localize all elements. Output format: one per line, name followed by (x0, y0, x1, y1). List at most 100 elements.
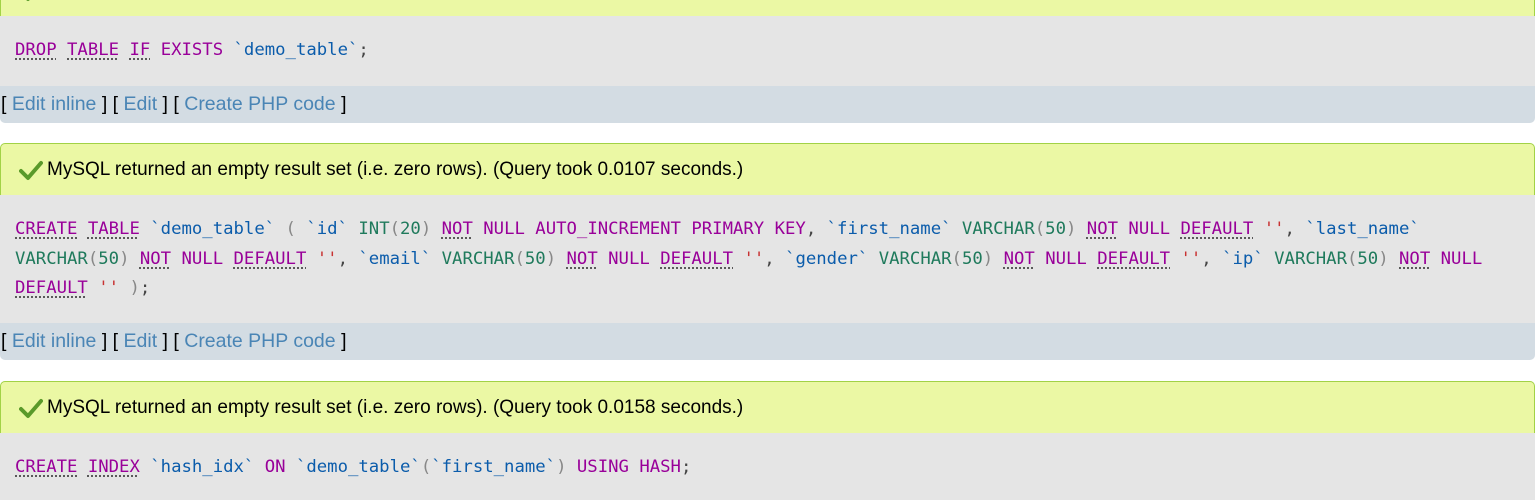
sql-token: ) (1378, 248, 1389, 269)
sql-token: TABLE (67, 40, 120, 60)
sql-token: USING (576, 457, 629, 477)
edit-link[interactable]: Edit (124, 330, 158, 352)
sql-token: ; (139, 278, 151, 298)
check-icon (26, 0, 30, 1)
check-icon (19, 399, 43, 418)
sql-token: ) (119, 248, 130, 269)
sql-token: ( (285, 219, 296, 239)
result-block-create-table: MySQL returned an empty result set (i.e.… (0, 143, 1535, 360)
sql-token: , (1284, 219, 1295, 239)
sql-token: 50 (1045, 219, 1066, 239)
query-results-panel: DROP TABLE IF EXISTS `demo_table`; [ Edi… (0, 0, 1536, 500)
create-php-code-link[interactable]: Create PHP code (184, 93, 335, 115)
sql-code: DROP TABLE IF EXISTS `demo_table`; (15, 40, 369, 60)
sql-token: PRIMARY (691, 219, 765, 239)
sql-token: KEY (774, 219, 806, 239)
sql-code: CREATE INDEX `hash_idx` ON `demo_table`(… (15, 457, 691, 477)
sql-token: `last_name` (1305, 219, 1420, 239)
sql-token: ( (389, 219, 401, 239)
sql-token: `first_name` (431, 457, 557, 477)
bracket-close: ] (341, 330, 347, 352)
sql-token: NULL (608, 248, 650, 269)
bracket-open: [ (112, 330, 119, 352)
success-message-text: MySQL returned an empty result set (i.e.… (47, 159, 744, 180)
sql-token: EXISTS (160, 40, 224, 60)
success-message: MySQL returned an empty result set (i.e.… (0, 143, 1535, 195)
sql-token: '' (1263, 219, 1285, 239)
bracket-close: ] (162, 93, 168, 115)
sql-token: ; (680, 457, 692, 477)
sql-token: ( (1034, 219, 1046, 239)
sql-token: `first_name` (826, 219, 952, 239)
sql-token: `demo_table` (295, 457, 421, 477)
sql-token: NOT (441, 219, 473, 239)
query-tools: [ Edit inline ] [ Edit ] [ Create PHP co… (0, 86, 1535, 123)
sql-token: NULL (1045, 248, 1087, 269)
sql-token: 50 (524, 248, 546, 269)
sql-token: HASH (639, 457, 681, 477)
sql-token: `ip` (1222, 248, 1264, 269)
sql-token: ( (87, 248, 99, 269)
check-icon (19, 161, 43, 180)
sql-token: NULL (483, 219, 525, 239)
sql-token: NOT (1086, 219, 1119, 239)
sql-token: ; (358, 40, 369, 60)
sql-token: `demo_table` (233, 40, 359, 60)
sql-token: NOT (1399, 248, 1431, 269)
sql-token: DEFAULT (1180, 219, 1254, 239)
sql-token: DROP (15, 40, 57, 60)
sql-token: '' (1180, 248, 1202, 269)
sql-token: NOT (566, 248, 598, 269)
sql-token: '' (743, 248, 765, 269)
success-message-text: MySQL returned an empty result set (i.e.… (47, 397, 744, 418)
sql-token: DEFAULT (660, 248, 734, 269)
sql-token: `gender` (785, 248, 869, 269)
sql-token: VARCHAR (1274, 248, 1347, 269)
sql-token: NOT (139, 248, 172, 269)
edit-inline-link[interactable]: Edit inline (12, 93, 97, 115)
sql-token: ON (264, 457, 286, 477)
sql-query: CREATE TABLE `demo_table` ( `id` INT(20)… (0, 195, 1535, 323)
sql-token: DEFAULT (233, 248, 307, 269)
query-tools: [ Edit inline ] [ Edit ] [ Create PHP co… (0, 323, 1535, 360)
sql-token: CREATE (15, 457, 78, 477)
sql-token: NULL (1440, 248, 1483, 269)
sql-token: 50 (961, 248, 983, 269)
bracket-open: [ (173, 93, 179, 115)
sql-token: , (1201, 248, 1212, 269)
sql-token: DEFAULT (15, 278, 88, 298)
sql-token: ) (420, 219, 432, 239)
sql-token: IF (129, 40, 151, 60)
sql-token: '' (98, 278, 120, 298)
sql-token: , (805, 219, 817, 239)
sql-token: ) (982, 248, 994, 269)
sql-token: ) (545, 248, 557, 269)
sql-token: ) (129, 278, 140, 298)
edit-link[interactable]: Edit (124, 93, 158, 115)
sql-token: VARCHAR (15, 248, 88, 269)
sql-token: NULL (1128, 219, 1171, 239)
sql-token: NULL (181, 248, 224, 269)
bracket-close: ] (101, 330, 108, 352)
edit-inline-link[interactable]: Edit inline (12, 330, 97, 352)
sql-token: `hash_idx` (150, 457, 255, 477)
sql-token: `id` (306, 219, 348, 239)
sql-token: '' (316, 248, 338, 269)
bracket-open: [ (112, 93, 119, 115)
sql-code: CREATE TABLE `demo_table` ( `id` INT(20)… (15, 219, 1482, 298)
sql-token: , (337, 248, 348, 269)
sql-token: `email` (358, 248, 432, 269)
success-message: MySQL returned an empty result set (i.e.… (0, 381, 1535, 433)
sql-token: VARCHAR (961, 219, 1035, 239)
sql-token: 50 (1357, 248, 1379, 269)
sql-query: CREATE INDEX `hash_idx` ON `demo_table`(… (0, 433, 1535, 500)
sql-token: 50 (98, 248, 120, 269)
sql-token: VARCHAR (441, 248, 515, 269)
sql-token: ( (951, 248, 962, 269)
create-php-code-link[interactable]: Create PHP code (184, 330, 335, 352)
bracket-open: [ (1, 330, 7, 352)
sql-token: ( (1346, 248, 1358, 269)
sql-query: DROP TABLE IF EXISTS `demo_table`; (0, 16, 1535, 86)
sql-token: ( (420, 457, 432, 477)
bracket-open: [ (1, 93, 7, 115)
